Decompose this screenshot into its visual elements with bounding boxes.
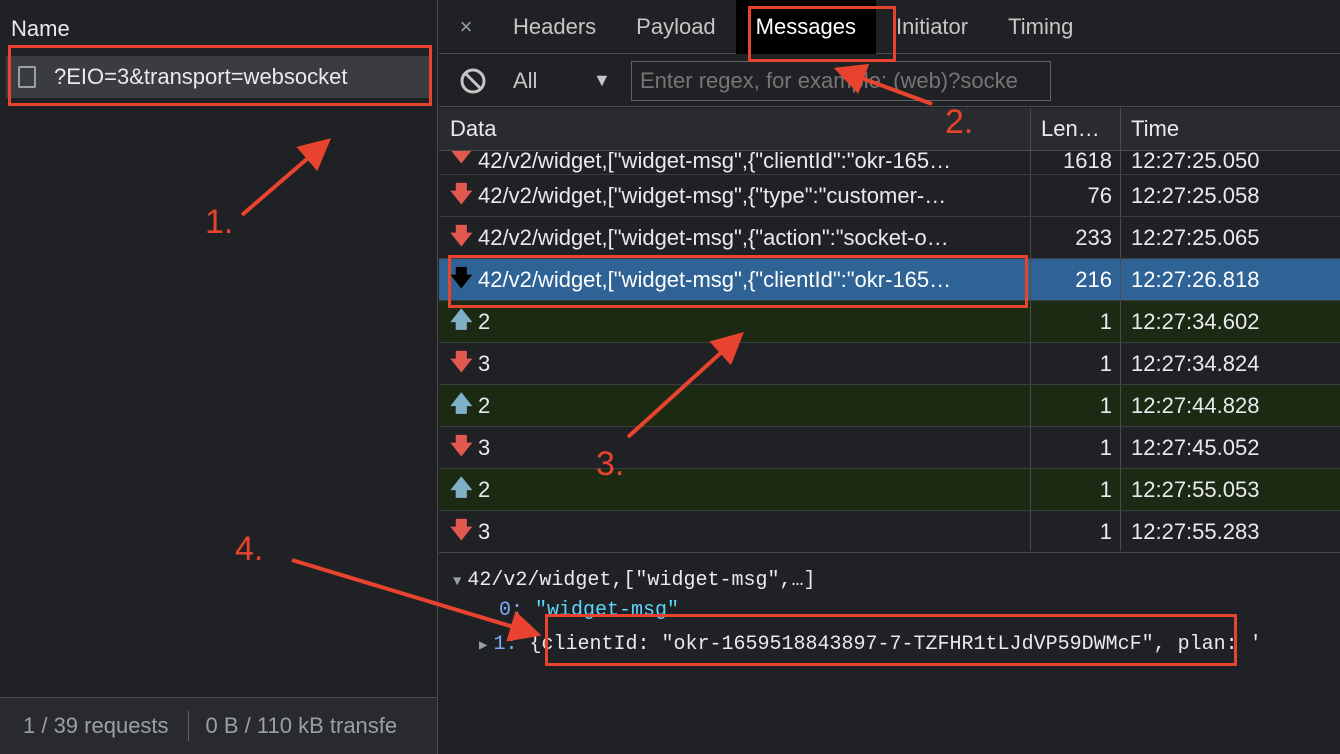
- table-row[interactable]: 🡇 3 1 12:27:55.283: [439, 511, 1340, 551]
- message-time-cell: 12:27:45.052: [1131, 434, 1260, 460]
- chevron-down-icon[interactable]: ▼: [593, 70, 621, 91]
- table-row[interactable]: 🡅 2 1 12:27:55.053: [439, 469, 1340, 511]
- message-length-cell: 76: [1031, 175, 1121, 216]
- message-length-cell: 216: [1031, 259, 1121, 300]
- request-count: 1 / 39 requests: [23, 713, 169, 738]
- expand-arrow-icon[interactable]: ▼: [453, 574, 461, 590]
- message-data-cell: 🡇 3: [439, 343, 1031, 384]
- annotation-number-4: 4.: [235, 530, 264, 568]
- received-arrow-icon: 🡇: [450, 516, 473, 542]
- status-divider: [187, 711, 189, 741]
- requests-panel: Name ?EIO=3&transport=websocket 1 / 39 r…: [0, 0, 438, 754]
- tree-item-1-key: 1: [493, 633, 506, 656]
- message-data-cell: 🡅 2: [439, 469, 1031, 510]
- table-row[interactable]: 🡇 3 1 12:27:45.052: [439, 427, 1340, 469]
- message-text: 2: [478, 392, 491, 418]
- transfer-size: 0 B / 110 kB transfe: [205, 713, 398, 738]
- message-text: 3: [478, 434, 491, 460]
- message-text: 42/v2/widget,["widget-msg",{"clientId":"…: [478, 151, 952, 173]
- message-time-cell: 12:27:25.065: [1131, 224, 1260, 250]
- message-text: 3: [478, 350, 491, 376]
- message-data-cell: 🡇 42/v2/widget,["widget-msg",{"clientId":…: [439, 151, 1031, 174]
- tab-timing[interactable]: Timing: [988, 0, 1093, 54]
- messages-table: 🡇 42/v2/widget,["widget-msg",{"clientId":…: [439, 151, 1340, 551]
- message-length-cell: 1618: [1031, 151, 1121, 174]
- data-column-header[interactable]: Data: [439, 108, 1031, 150]
- expand-arrow-icon[interactable]: ▶: [479, 638, 487, 654]
- received-arrow-icon: 🡇: [450, 180, 473, 206]
- highlight-client-id: [545, 614, 1237, 666]
- highlight-request-row: [8, 45, 432, 106]
- table-row[interactable]: 🡅 2 1 12:27:44.828: [439, 385, 1340, 427]
- tree-item-1-brace: {: [529, 633, 542, 656]
- length-column-header[interactable]: Len…: [1031, 108, 1121, 150]
- message-length-cell: 1: [1031, 469, 1121, 510]
- tree-item-0-key: 0: [499, 599, 512, 622]
- tab-payload[interactable]: Payload: [616, 0, 736, 54]
- highlight-selected-message: [448, 255, 1028, 308]
- message-data-cell: 🡇 3: [439, 427, 1031, 468]
- received-arrow-icon: 🡇: [450, 348, 473, 374]
- message-time-cell: 12:27:34.824: [1131, 350, 1260, 376]
- messages-table-header: Data Len… Time: [439, 108, 1340, 151]
- message-text: 42/v2/widget,["widget-msg",{"type":"cust…: [478, 182, 947, 208]
- message-length-cell: 1: [1031, 385, 1121, 426]
- message-time-cell: 12:27:44.828: [1131, 392, 1260, 418]
- annotation-number-3: 3.: [596, 445, 625, 483]
- received-arrow-icon: 🡇: [450, 432, 473, 458]
- received-arrow-icon: 🡇: [450, 151, 473, 165]
- message-time-cell: 12:27:25.058: [1131, 182, 1260, 208]
- tree-root-label: 42/v2/widget,["widget-msg",…]: [467, 569, 816, 592]
- message-data-cell: 🡇 3: [439, 511, 1031, 551]
- message-length-cell: 1: [1031, 427, 1121, 468]
- message-time-cell: 12:27:25.050: [1131, 151, 1260, 173]
- message-text: 3: [478, 518, 491, 544]
- annotation-number-1: 1.: [205, 203, 234, 241]
- message-length-cell: 233: [1031, 217, 1121, 258]
- sent-arrow-icon: 🡅: [450, 306, 473, 332]
- message-length-cell: 1: [1031, 511, 1121, 551]
- table-row[interactable]: 🡇 42/v2/widget,["widget-msg",{"type":"cus…: [439, 175, 1340, 217]
- status-bar: 1 / 39 requests 0 B / 110 kB transfe: [0, 697, 437, 754]
- time-column-header[interactable]: Time: [1121, 108, 1340, 150]
- message-data-cell: 🡇 42/v2/widget,["widget-msg",{"action":"s…: [439, 217, 1031, 258]
- table-row[interactable]: 🡇 42/v2/widget,["widget-msg",{"clientId":…: [439, 151, 1340, 175]
- close-icon[interactable]: ×: [439, 14, 493, 40]
- table-row[interactable]: 🡇 3 1 12:27:34.824: [439, 343, 1340, 385]
- sent-arrow-icon: 🡅: [450, 390, 473, 416]
- sent-arrow-icon: 🡅: [450, 474, 473, 500]
- message-time-cell: 12:27:55.283: [1131, 518, 1260, 544]
- annotation-number-2: 2.: [945, 103, 974, 141]
- block-icon[interactable]: [459, 67, 487, 95]
- message-data-cell: 🡇 42/v2/widget,["widget-msg",{"type":"cus…: [439, 175, 1031, 216]
- message-text: 2: [478, 476, 491, 502]
- message-time-cell: 12:27:55.053: [1131, 476, 1260, 502]
- message-type-select[interactable]: All: [513, 68, 593, 94]
- table-row[interactable]: 🡇 42/v2/widget,["widget-msg",{"action":"s…: [439, 217, 1340, 259]
- message-text: 42/v2/widget,["widget-msg",{"action":"so…: [478, 224, 949, 250]
- message-filter-bar: All ▼: [439, 55, 1340, 107]
- highlight-messages-tab: [748, 6, 896, 62]
- message-time-cell: 12:27:34.602: [1131, 308, 1260, 334]
- message-data-cell: 🡅 2: [439, 385, 1031, 426]
- tree-root[interactable]: ▼ 42/v2/widget,["widget-msg",…]: [453, 569, 815, 592]
- message-time-cell: 12:27:26.818: [1131, 266, 1260, 292]
- regex-filter-input[interactable]: [631, 60, 1051, 101]
- message-length-cell: 1: [1031, 343, 1121, 384]
- message-text: 2: [478, 308, 491, 334]
- message-length-cell: 1: [1031, 301, 1121, 342]
- tab-headers[interactable]: Headers: [493, 0, 616, 54]
- received-arrow-icon: 🡇: [450, 222, 473, 248]
